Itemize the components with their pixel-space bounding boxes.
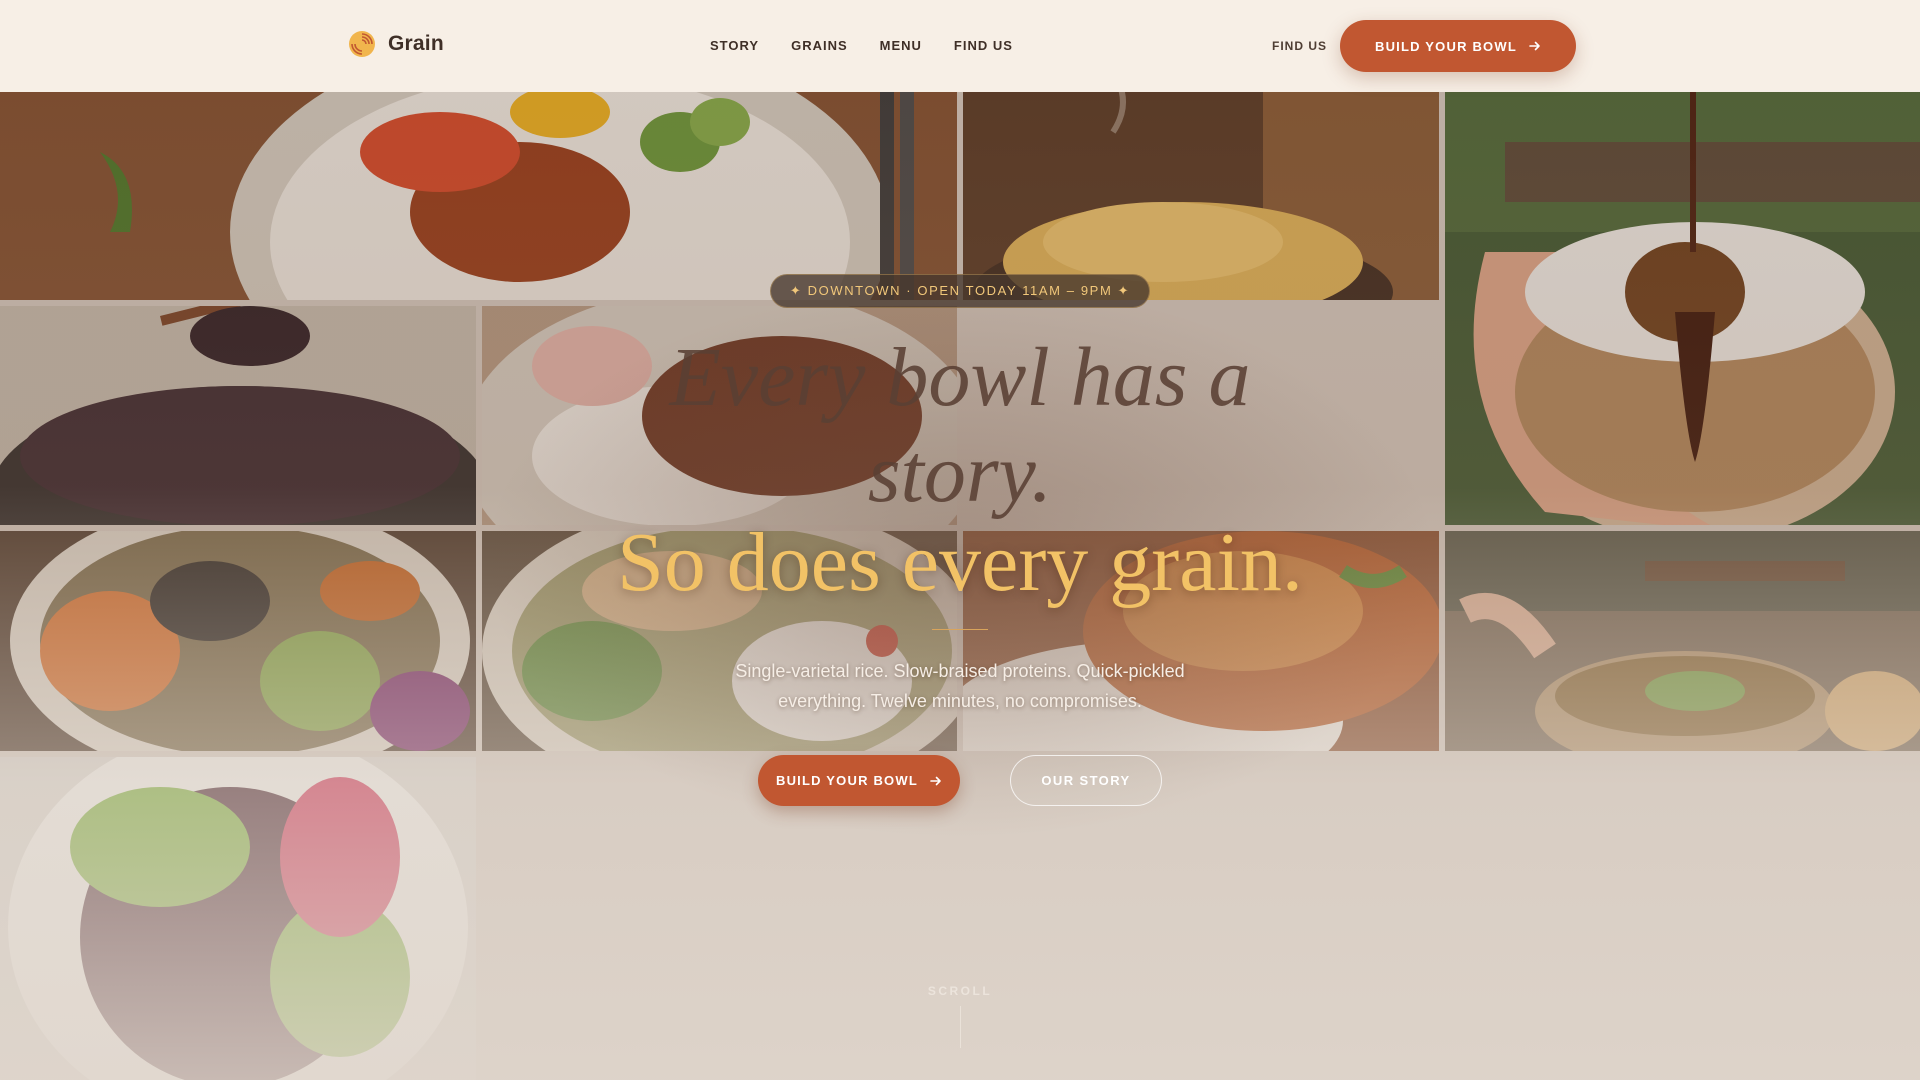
hero-build-bowl-label: BUILD YOUR BOWL (776, 773, 918, 788)
hero-our-story-button[interactable]: OUR STORY (1010, 755, 1162, 806)
photo-black-rice-chopsticks (0, 306, 476, 525)
hero-subcopy: Single-varietal rice. Slow-braised prote… (735, 661, 1185, 711)
nav-link-story[interactable]: STORY (710, 38, 759, 53)
brand-name: Grain (388, 32, 444, 55)
nav-links: STORY GRAINS MENU FIND US (710, 38, 1013, 53)
photo-grain-bowl-avocado (0, 531, 476, 751)
hero-headline-line1-b: story. (867, 427, 1053, 520)
nav-build-bowl-button[interactable]: BUILD YOUR BOWL (1340, 20, 1576, 72)
nav-link-grains[interactable]: GRAINS (791, 38, 848, 53)
scroll-indicator-label: SCROLL (927, 984, 993, 998)
photo-outdoor-dining-bowl (1445, 531, 1920, 751)
arrow-right-icon (1529, 41, 1540, 51)
nav-link-menu[interactable]: MENU (880, 38, 922, 53)
nav-find-us-link[interactable]: FIND US (1272, 39, 1327, 53)
scroll-indicator-line (960, 1006, 961, 1048)
brand[interactable]: Grain (348, 30, 444, 58)
photo-sauce-drizzle-bowl (1445, 92, 1920, 525)
hero-our-story-label: OUR STORY (1041, 773, 1131, 788)
nav-build-bowl-label: BUILD YOUR BOWL (1375, 38, 1517, 54)
photo-steaming-fried-rice (963, 92, 1439, 300)
hero-build-bowl-button[interactable]: BUILD YOUR BOWL (758, 755, 960, 806)
location-hours-badge: ✦ DOWNTOWN · OPEN TODAY 11AM – 9PM ✦ (770, 274, 1150, 308)
arrow-right-icon (930, 776, 941, 785)
hero-headline-line1-a: Every bowl has a (669, 331, 1251, 424)
photo-purple-rice-edamame (0, 757, 476, 1080)
photo-pork-belly-bowl (0, 92, 957, 300)
grain-swirl-icon (349, 31, 375, 57)
hero-divider (932, 629, 988, 630)
hero-headline-line1: Every bowl has a story. (560, 330, 1360, 522)
hero-headline-line2: So does every grain. (617, 516, 1303, 609)
top-nav: Grain STORY GRAINS MENU FIND US FIND US … (0, 0, 1920, 92)
nav-link-find-us[interactable]: FIND US (954, 38, 1013, 53)
